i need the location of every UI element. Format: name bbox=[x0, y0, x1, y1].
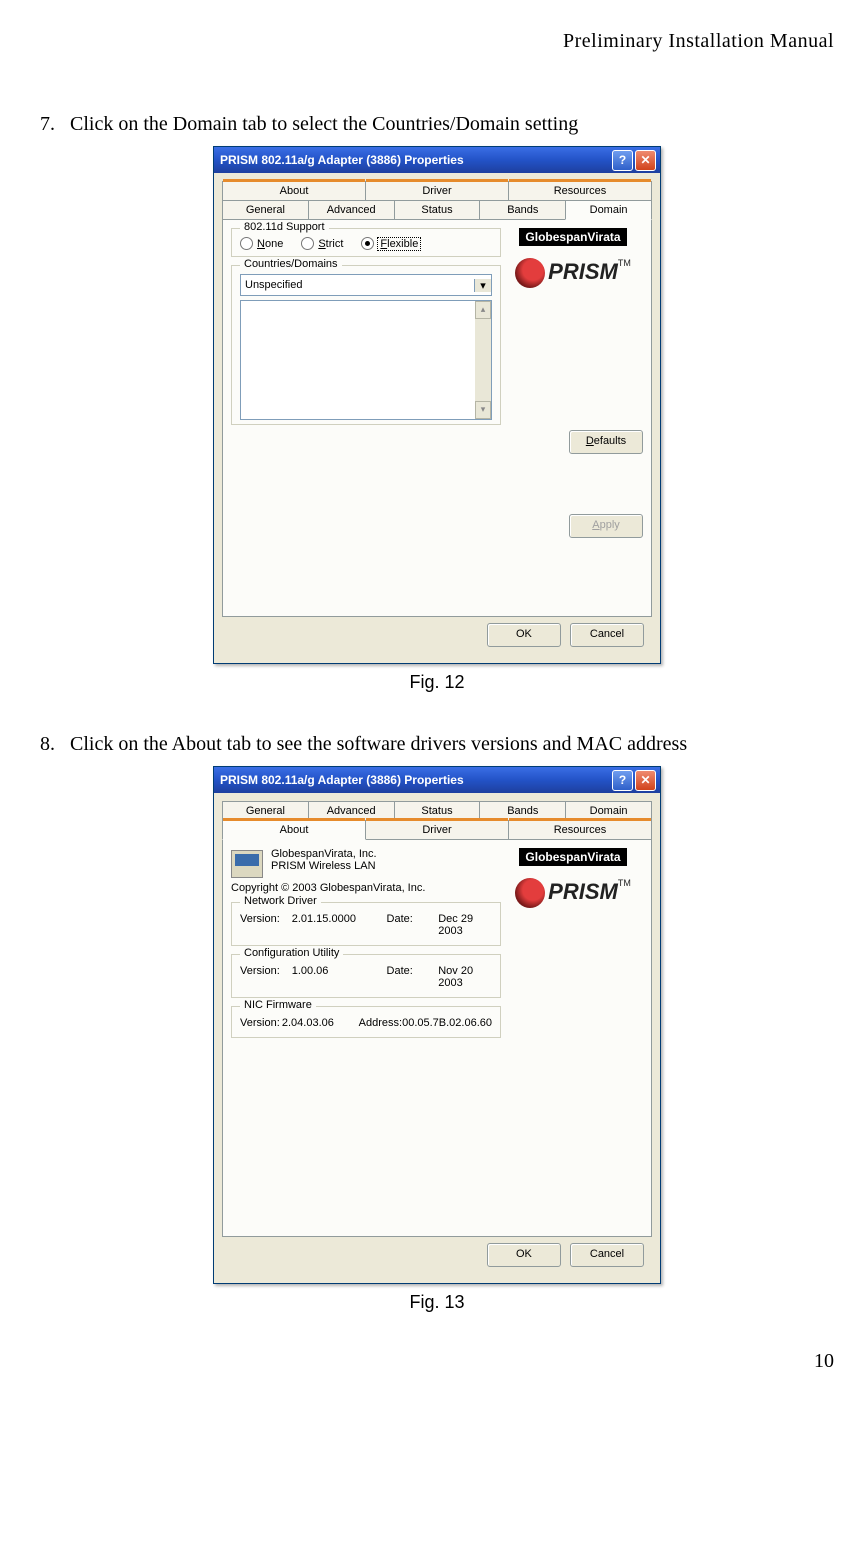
tab-resources[interactable]: Resources bbox=[508, 820, 652, 840]
radio-flexible[interactable]: FlexibleFlexible bbox=[361, 237, 420, 250]
prism-logo: PRISMTM bbox=[503, 878, 643, 908]
adapter-icon bbox=[231, 850, 263, 878]
countries-combo[interactable]: Unspecified ▾ bbox=[240, 274, 492, 296]
brand-badge: GlobespanVirata bbox=[519, 228, 626, 246]
step-7-number: 7. bbox=[40, 113, 70, 136]
group-countries-domains: Countries/Domains Unspecified ▾ ▴ ▾ bbox=[231, 265, 501, 425]
vendor-name: GlobespanVirata, Inc. bbox=[271, 848, 377, 860]
step-7-text: Click on the Domain tab to select the Co… bbox=[70, 113, 834, 136]
group-config-utility-legend: Configuration Utility bbox=[240, 947, 343, 959]
apply-button: ApplyApply bbox=[569, 514, 643, 538]
tab-driver[interactable]: Driver bbox=[365, 181, 509, 201]
scroll-up-icon[interactable]: ▴ bbox=[475, 301, 491, 319]
cancel-button[interactable]: Cancel bbox=[570, 1243, 644, 1267]
radio-none[interactable]: NNoneone bbox=[240, 237, 283, 250]
nic-address-label: Address: bbox=[359, 1017, 402, 1029]
nic-address-value: 00.05.7B.02.06.60 bbox=[402, 1017, 492, 1029]
tab-resources[interactable]: Resources bbox=[508, 181, 652, 201]
cfg-version-label: Version: bbox=[240, 965, 292, 989]
group-countries-legend: Countries/Domains bbox=[240, 258, 342, 270]
prism-logo: PRISMTM bbox=[503, 258, 643, 288]
close-button[interactable]: ✕ bbox=[635, 770, 656, 791]
group-nic-firmware: NIC Firmware Version: 2.04.03.06 Address… bbox=[231, 1006, 501, 1038]
titlebar[interactable]: PRISM 802.11a/g Adapter (3886) Propertie… bbox=[214, 767, 660, 793]
tab-about[interactable]: About bbox=[222, 820, 366, 840]
tab-about[interactable]: About bbox=[222, 181, 366, 201]
scrollbar[interactable]: ▴ ▾ bbox=[475, 301, 491, 419]
caption-fig12: Fig. 12 bbox=[40, 672, 834, 693]
prism-swirl-icon bbox=[515, 878, 545, 908]
net-date-label: Date: bbox=[387, 913, 439, 937]
copyright-text: Copyright © 2003 GlobespanVirata, Inc. bbox=[231, 882, 501, 894]
brand-badge: GlobespanVirata bbox=[519, 848, 626, 866]
defaults-button[interactable]: DefaultsDefaults bbox=[569, 430, 643, 454]
dialog-domain: PRISM 802.11a/g Adapter (3886) Propertie… bbox=[213, 146, 661, 664]
help-button[interactable]: ? bbox=[612, 150, 633, 171]
product-name: PRISM Wireless LAN bbox=[271, 860, 377, 872]
dialog-about: PRISM 802.11a/g Adapter (3886) Propertie… bbox=[213, 766, 661, 1284]
group-80211d-support: 802.11d Support NNoneone StrictStrict Fl… bbox=[231, 228, 501, 257]
countries-listbox[interactable]: ▴ ▾ bbox=[240, 300, 492, 420]
nic-version-label: Version: bbox=[240, 1017, 282, 1029]
step-8: 8. Click on the About tab to see the sof… bbox=[40, 733, 834, 756]
group-80211d-legend: 802.11d Support bbox=[240, 221, 329, 233]
step-8-number: 8. bbox=[40, 733, 70, 756]
scroll-down-icon[interactable]: ▾ bbox=[475, 401, 491, 419]
ok-button[interactable]: OK bbox=[487, 1243, 561, 1267]
cfg-version-value: 1.00.06 bbox=[292, 965, 387, 989]
group-network-driver: Network Driver Version: 2.01.15.0000 Dat… bbox=[231, 902, 501, 946]
caption-fig13: Fig. 13 bbox=[40, 1292, 834, 1313]
tab-driver[interactable]: Driver bbox=[365, 820, 509, 840]
tab-bands[interactable]: Bands bbox=[479, 200, 566, 220]
nic-version-value: 2.04.03.06 bbox=[282, 1017, 359, 1029]
cancel-button[interactable]: Cancel bbox=[570, 623, 644, 647]
net-version-value: 2.01.15.0000 bbox=[292, 913, 387, 937]
page-number: 10 bbox=[814, 1350, 834, 1373]
prism-swirl-icon bbox=[515, 258, 545, 288]
net-date-value: Dec 29 2003 bbox=[438, 913, 492, 937]
cfg-date-label: Date: bbox=[387, 965, 439, 989]
group-nic-firmware-legend: NIC Firmware bbox=[240, 999, 316, 1011]
net-version-label: Version: bbox=[240, 913, 292, 937]
tab-domain[interactable]: Domain bbox=[565, 200, 652, 220]
tab-status[interactable]: Status bbox=[394, 200, 481, 220]
group-network-driver-legend: Network Driver bbox=[240, 895, 321, 907]
chevron-down-icon[interactable]: ▾ bbox=[474, 279, 491, 292]
ok-button[interactable]: OK bbox=[487, 623, 561, 647]
tab-general[interactable]: General bbox=[222, 200, 309, 220]
titlebar[interactable]: PRISM 802.11a/g Adapter (3886) Propertie… bbox=[214, 147, 660, 173]
window-title: PRISM 802.11a/g Adapter (3886) Propertie… bbox=[220, 773, 610, 787]
radio-strict[interactable]: StrictStrict bbox=[301, 237, 343, 250]
window-title: PRISM 802.11a/g Adapter (3886) Propertie… bbox=[220, 153, 610, 167]
countries-combo-value: Unspecified bbox=[241, 279, 474, 291]
group-config-utility: Configuration Utility Version: 1.00.06 D… bbox=[231, 954, 501, 998]
close-button[interactable]: ✕ bbox=[635, 150, 656, 171]
tab-advanced[interactable]: Advanced bbox=[308, 200, 395, 220]
cfg-date-value: Nov 20 2003 bbox=[438, 965, 492, 989]
step-8-text: Click on the About tab to see the softwa… bbox=[70, 733, 834, 756]
doc-header: Preliminary Installation Manual bbox=[40, 30, 834, 53]
help-button[interactable]: ? bbox=[612, 770, 633, 791]
step-7: 7. Click on the Domain tab to select the… bbox=[40, 113, 834, 136]
